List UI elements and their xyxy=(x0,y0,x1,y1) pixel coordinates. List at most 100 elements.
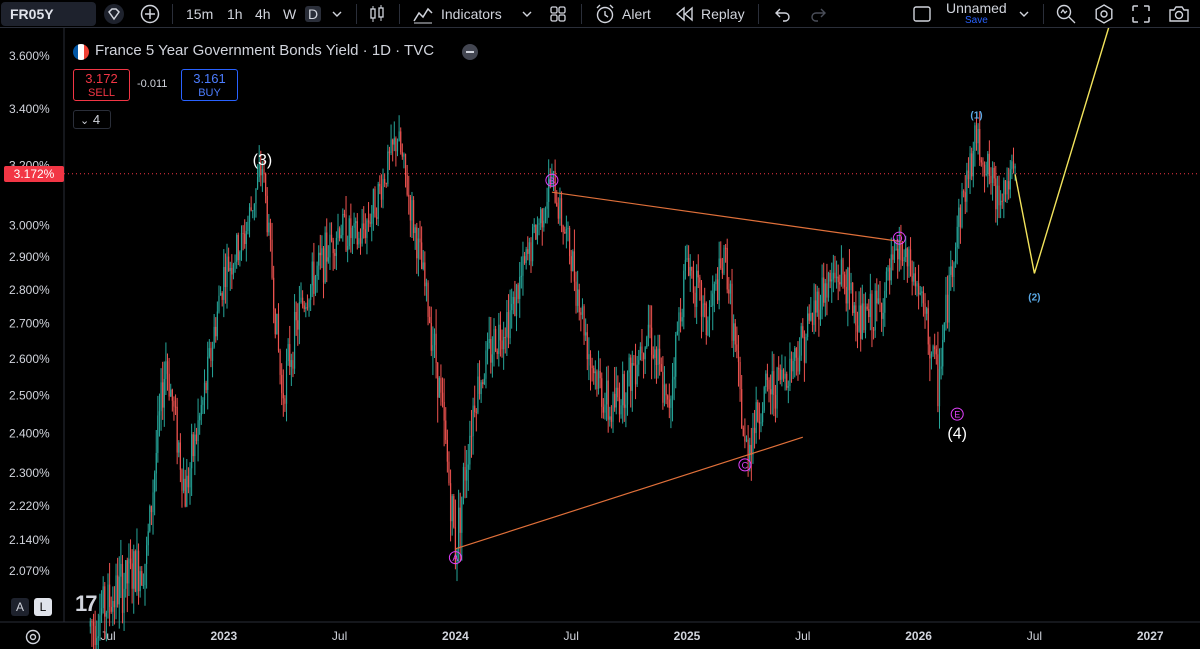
symbol-star-icon[interactable] xyxy=(103,0,125,28)
candle-body xyxy=(568,227,571,257)
candle-body xyxy=(110,606,112,612)
candle-body xyxy=(347,246,349,251)
redo-icon[interactable] xyxy=(810,0,828,28)
candle-body xyxy=(905,248,907,258)
alarm-clock-icon xyxy=(596,4,614,24)
candle-body xyxy=(819,309,822,320)
symbol-search[interactable]: FR05Y xyxy=(1,2,96,26)
search-zoom-icon[interactable] xyxy=(1055,0,1077,28)
candle-body xyxy=(404,154,407,175)
candle-body xyxy=(195,434,198,442)
candle-body xyxy=(707,320,709,335)
candle-body xyxy=(380,186,383,200)
candle-body xyxy=(293,311,296,369)
undo-icon[interactable] xyxy=(773,0,791,28)
candle-body xyxy=(157,415,159,453)
candle-body xyxy=(284,398,286,404)
candle-body xyxy=(244,233,246,244)
hide-legend-button[interactable] xyxy=(462,44,478,60)
candle-body xyxy=(708,306,711,321)
candle-body xyxy=(747,439,749,462)
y-tick-label: 2.400% xyxy=(9,426,50,440)
candle-body xyxy=(818,291,820,320)
replay-button[interactable]: Replay xyxy=(675,0,745,28)
y-tick-label: 2.220% xyxy=(9,499,50,513)
candle-body xyxy=(543,220,545,228)
chevron-down-icon[interactable] xyxy=(522,0,532,28)
add-symbol-icon[interactable] xyxy=(140,0,160,28)
candle-body xyxy=(560,198,563,226)
chevron-down-icon[interactable] xyxy=(1019,0,1029,28)
candle-body xyxy=(622,374,624,406)
candle-body xyxy=(642,353,645,360)
candle-body xyxy=(205,382,207,390)
candle-body xyxy=(483,378,485,384)
camera-icon[interactable] xyxy=(1168,0,1190,28)
candle-body xyxy=(892,254,894,260)
interval-d[interactable]: D xyxy=(305,6,322,22)
candle-body xyxy=(977,128,979,144)
candle-body xyxy=(229,267,231,271)
candle-body xyxy=(363,223,365,230)
sell-button[interactable]: 3.172 SELL xyxy=(73,69,130,101)
candles-icon[interactable] xyxy=(367,0,387,28)
save-link[interactable]: Save xyxy=(965,15,988,26)
alert-button[interactable]: Alert xyxy=(594,0,651,28)
candle-body xyxy=(305,307,307,310)
candle-body xyxy=(396,141,399,152)
candle-body xyxy=(395,138,397,152)
candle-body xyxy=(493,328,495,355)
candle-body xyxy=(831,279,833,282)
candle-body xyxy=(125,560,127,589)
candle-body xyxy=(200,404,202,416)
triangle-trendline[interactable] xyxy=(455,436,803,550)
chevron-down-icon[interactable] xyxy=(332,0,342,28)
candle-body xyxy=(411,200,413,221)
candle-body xyxy=(387,151,389,184)
triangle-trendline[interactable] xyxy=(551,191,900,242)
candle-body xyxy=(565,229,567,234)
candle-body xyxy=(527,249,529,254)
x-tick-label: 2023 xyxy=(210,629,237,643)
price-chart[interactable]: 3.600%3.400%3.200%3.000%2.900%2.800%2.70… xyxy=(0,0,1200,649)
candle-body xyxy=(980,160,982,163)
interval-15m[interactable]: 15m xyxy=(186,0,213,28)
interval-4h[interactable]: 4h xyxy=(255,0,271,28)
auto-scale-button[interactable]: A xyxy=(11,598,29,616)
settings-icon[interactable] xyxy=(24,628,42,646)
candle-body xyxy=(425,282,428,287)
layout-square-icon[interactable] xyxy=(912,0,932,28)
layouts-grid-icon[interactable] xyxy=(548,0,568,28)
candle-body xyxy=(506,312,508,338)
candle-body xyxy=(390,139,392,154)
layout-name[interactable]: Unnamed xyxy=(946,0,1007,16)
indicator-collapse-button[interactable]: ⌄ 4 xyxy=(73,110,111,129)
interval-1h[interactable]: 1h xyxy=(227,0,243,28)
candle-body xyxy=(178,442,180,453)
candle-body xyxy=(191,434,193,469)
candle-body xyxy=(255,188,257,204)
candle-body xyxy=(118,576,120,605)
candle-body xyxy=(149,506,151,532)
indicators-button[interactable]: Indicators xyxy=(412,0,502,28)
candle-body xyxy=(866,306,868,310)
fullscreen-icon[interactable] xyxy=(1131,0,1151,28)
candle-body xyxy=(991,167,994,184)
candle-body xyxy=(958,207,960,227)
log-scale-button[interactable]: L xyxy=(34,598,52,616)
candle-body xyxy=(242,233,244,235)
candle-body xyxy=(279,350,281,375)
candle-body xyxy=(940,366,942,369)
candle-body xyxy=(1003,180,1005,201)
candle-body xyxy=(501,340,503,350)
buy-button[interactable]: 3.161 BUY xyxy=(181,69,238,101)
wave-projection-path[interactable] xyxy=(1014,17,1113,274)
candle-body xyxy=(683,270,685,318)
candle-body xyxy=(131,563,133,589)
candle-body xyxy=(768,380,770,390)
settings-gear-icon[interactable] xyxy=(1093,0,1115,28)
candle-body xyxy=(948,274,950,323)
candle-body xyxy=(1008,181,1010,190)
interval-w[interactable]: W xyxy=(283,0,296,28)
candle-body xyxy=(805,336,807,363)
